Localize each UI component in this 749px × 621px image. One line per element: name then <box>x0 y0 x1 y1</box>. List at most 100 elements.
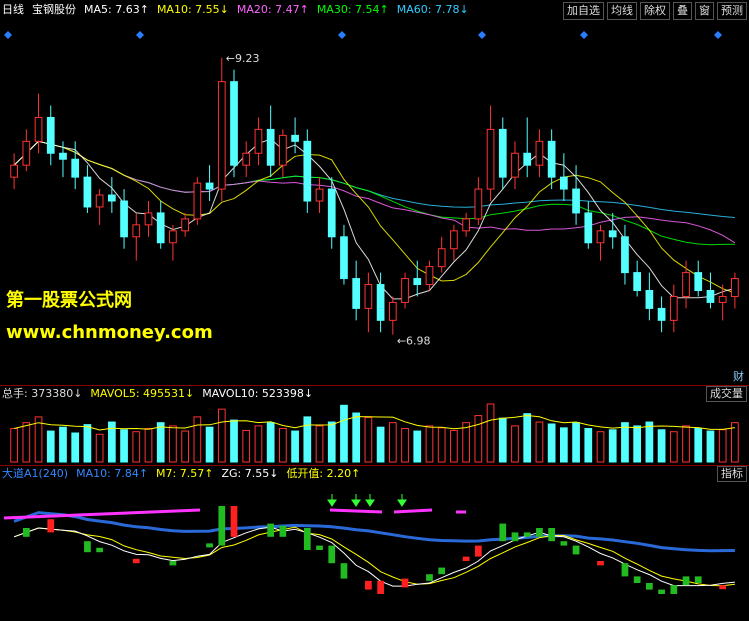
indicator-magenta-line <box>329 508 383 514</box>
volume-bar <box>205 426 214 463</box>
candle-body <box>633 272 642 292</box>
candle-body <box>144 212 153 226</box>
indicator-bar <box>303 528 311 550</box>
indicator-bar <box>218 506 226 546</box>
candle-body <box>254 128 263 154</box>
volume-bar <box>340 404 348 463</box>
candle-body <box>59 152 67 160</box>
candle-body <box>682 272 690 297</box>
volume-bar <box>22 422 31 463</box>
indicator-bar <box>511 532 519 542</box>
volume-bar <box>486 403 495 463</box>
volume-bar <box>303 416 312 463</box>
buy-arrow-icon <box>327 494 337 507</box>
candle-body <box>107 194 116 202</box>
volume-bar <box>694 427 703 463</box>
volume-bar <box>572 422 580 463</box>
volume-bar <box>266 422 275 463</box>
candle-body <box>511 152 519 178</box>
candle-body <box>450 230 458 250</box>
buy-arrow-icon <box>351 494 361 507</box>
indicator-bar <box>621 563 629 577</box>
volume-bar <box>511 425 519 463</box>
indicator-bar <box>316 545 323 550</box>
candle-body <box>10 164 18 178</box>
volume-bar <box>95 433 104 463</box>
indicator-bar <box>377 580 384 594</box>
candle-body <box>340 236 348 280</box>
candle-body <box>376 284 385 321</box>
volume-bar <box>608 429 617 463</box>
volume-bar <box>327 421 336 463</box>
marker-diamond <box>478 31 486 39</box>
candle-body <box>413 278 422 286</box>
indicator-bar <box>267 523 275 537</box>
candle-body <box>22 140 31 166</box>
indicator-bar <box>682 576 690 586</box>
volume-bar <box>59 426 67 463</box>
indicator-bar <box>438 567 446 575</box>
indicator-bar <box>47 519 55 533</box>
candle-body <box>388 301 397 321</box>
volume-bar <box>144 427 153 463</box>
volume-bar <box>401 427 409 463</box>
volume-bar <box>364 417 373 463</box>
candle-body <box>706 290 715 303</box>
indicator-bar <box>22 528 30 537</box>
indicator-bar <box>426 574 433 581</box>
candle-body <box>572 188 580 214</box>
candle-body <box>83 176 92 208</box>
candle-body <box>486 128 495 190</box>
volume-bar <box>621 422 629 463</box>
volume-bar <box>46 430 55 463</box>
indicator-bar <box>572 545 580 555</box>
volume-bar <box>425 425 434 463</box>
candle-body <box>523 152 532 166</box>
volume-bar <box>682 425 690 463</box>
candle-body <box>584 212 593 244</box>
marker-diamond <box>4 31 12 39</box>
indicator-bar <box>462 556 470 561</box>
volume-bar <box>413 430 422 463</box>
indicator-bar <box>523 532 531 537</box>
candle-body <box>193 182 202 220</box>
buy-arrow-icon <box>365 494 375 507</box>
volume-bar <box>193 416 202 463</box>
candle-body <box>645 290 654 309</box>
volume-bar <box>633 425 642 463</box>
buy-arrow-icon <box>397 494 407 507</box>
candle-body <box>169 230 177 244</box>
candle-body <box>498 128 507 178</box>
volume-bar <box>230 419 238 463</box>
candle-body <box>34 116 43 142</box>
indicator-bar <box>84 541 91 553</box>
indicator-bar <box>560 541 568 546</box>
indicator-zg-line <box>13 526 735 587</box>
candle-body <box>95 194 104 208</box>
volume-bar <box>169 425 177 463</box>
volume-bar <box>254 425 263 463</box>
candle-body <box>462 218 470 232</box>
volume-bar <box>731 422 739 463</box>
indicator-bar <box>206 543 213 548</box>
candle-body <box>266 128 275 166</box>
volume-bar <box>706 430 715 463</box>
indicator-bar <box>646 583 653 590</box>
indicator-bar <box>340 563 348 579</box>
volume-bar <box>132 431 141 463</box>
volume-bar <box>315 425 324 463</box>
candle-body <box>425 266 434 286</box>
volume-bar <box>279 427 287 463</box>
volume-bar <box>718 429 727 463</box>
candle-body <box>474 188 483 220</box>
candle-body <box>364 284 373 309</box>
marker-diamond <box>580 31 588 39</box>
candle-body <box>731 278 739 297</box>
volume-bar <box>10 427 18 463</box>
volume-bar <box>450 429 458 463</box>
indicator-bar <box>96 547 103 553</box>
candle-body <box>401 278 409 303</box>
volume-bar <box>352 412 361 463</box>
candle-body <box>230 81 238 166</box>
candle-body <box>694 272 703 292</box>
